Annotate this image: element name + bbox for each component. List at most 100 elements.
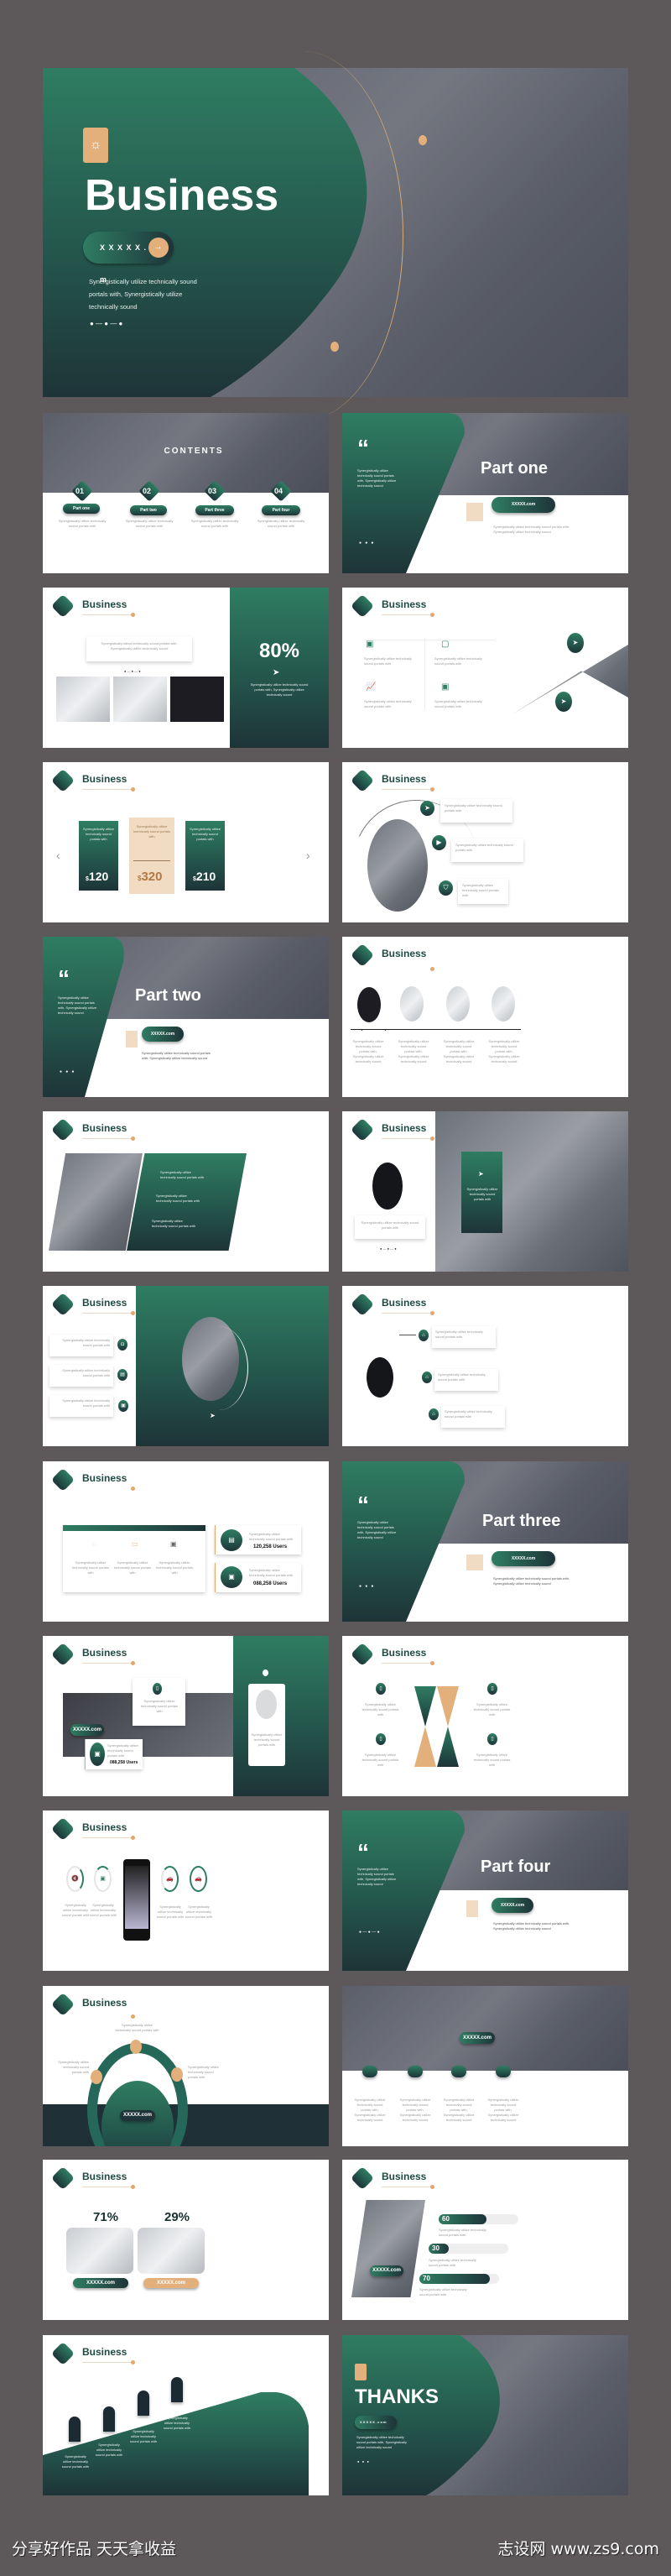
avatar (256, 1690, 277, 1719)
paper-plane-icon: ➤ (478, 1170, 484, 1178)
house-icon[interactable]: ⌂ (419, 1330, 429, 1341)
site-button[interactable]: XXXXX.com (370, 2265, 403, 2276)
progress-bar: 30 (429, 2244, 508, 2254)
photo (446, 986, 470, 1022)
house-icon[interactable]: ⌂ (429, 1408, 439, 1420)
cover-title: Business (85, 171, 279, 220)
arrow-right-icon: → (148, 238, 169, 258)
circle-photo-slide: Business ➤ Synergistically utilize techn… (342, 762, 628, 922)
thanks-slide: THANKS X X X X X . c o m Synergistically… (342, 2335, 628, 2495)
phone-icon[interactable]: ▯ (376, 1733, 386, 1745)
site-button[interactable]: XXXXX.com (70, 1724, 104, 1736)
phone-icon[interactable]: ▯ (376, 1683, 386, 1695)
part-title: Part four (481, 1858, 551, 1876)
step-icon[interactable] (496, 2066, 511, 2077)
price-card[interactable]: Synergistically utilize technically soun… (79, 821, 118, 891)
photo (357, 987, 381, 1022)
business-logo-icon (50, 768, 75, 793)
image-icon[interactable]: ▣ (118, 1400, 128, 1412)
business-logo-icon (350, 943, 375, 968)
phone-icon[interactable]: ▯ (487, 1683, 497, 1695)
users-card: ▤ Synergistically utilize technically so… (215, 1525, 301, 1554)
site-button[interactable]: XXXXX.com (492, 1551, 555, 1566)
paper-plane-icon[interactable]: ➤ (420, 801, 434, 816)
pagination-dots: ● — ● — ● (90, 320, 123, 327)
part-one-slide: “ Synergistically utilize technically so… (342, 413, 628, 573)
progress-bar: 70 (419, 2274, 499, 2284)
progress-slide: Business XXXXX.com 60 Synergistically ut… (342, 2160, 628, 2320)
handshake-slide: Business Synergistically utilize technic… (43, 1111, 329, 1272)
avatar (367, 1357, 393, 1398)
refresh-icon: ◌ (92, 1540, 96, 1548)
chart-icon: 📈 (366, 682, 377, 692)
phone-mockup (123, 1859, 150, 1941)
site-button[interactable]: XXXXX.com (143, 2278, 199, 2288)
photo (400, 986, 424, 1022)
stat-slide: Business Synergistically utilize technic… (43, 588, 329, 748)
step-icon[interactable] (451, 2066, 466, 2077)
business-logo-icon (350, 768, 375, 793)
pagination-dots: ● ● ● (357, 2459, 369, 2464)
price-value: 210 (195, 870, 216, 883)
paper-plane-icon[interactable]: ➤ (555, 692, 572, 712)
site-button[interactable]: X X X X X . c o m (355, 2416, 397, 2429)
step-icon[interactable] (362, 2066, 377, 2077)
house-icon[interactable]: ⌂ (422, 1372, 432, 1383)
site-button[interactable]: XXXXX.com (120, 2110, 155, 2121)
part-title: Part two (135, 986, 201, 1005)
chevron-left-icon[interactable]: ‹ (56, 849, 60, 862)
footer-site[interactable]: 志设网 www.zs9.com (497, 2537, 659, 2559)
step-icon (69, 2417, 81, 2442)
board-icon: ▣ (441, 682, 450, 692)
price-card[interactable]: Synergistically utilize technically soun… (185, 821, 225, 891)
business-logo-icon (350, 593, 375, 619)
users-card: ▣ Synergistically utilize technically so… (85, 1739, 143, 1769)
business-logo-icon (50, 1992, 75, 2017)
photo (492, 986, 515, 1022)
stat-percent: 80% (258, 640, 300, 662)
step-icon (103, 2406, 115, 2432)
percent-value: 29% (164, 2210, 190, 2224)
business-logo-icon (50, 2341, 75, 2366)
steps-slide: Business Synergistically utilize technic… (43, 2335, 329, 2495)
site-button[interactable]: XXXXX.com (492, 1898, 533, 1913)
cover-site-button[interactable]: X X X X X . c o m → (83, 232, 174, 284)
users-stats-slide: Business ◌ ▭ ▣ Synergistically utilize t… (43, 1461, 329, 1622)
photo (367, 819, 428, 912)
tram-icon: ▣ (170, 1540, 177, 1548)
play-icon[interactable]: ▶ (432, 835, 446, 850)
site-button[interactable]: XXXXX.com (460, 2032, 495, 2044)
profile-slide: Business Synergistically utilize technic… (342, 1111, 628, 1272)
card-icon: ▭ (132, 1540, 138, 1548)
site-button[interactable]: XXXXX.com (142, 1027, 184, 1042)
cover-text: Synergistically utilize technically soun… (89, 278, 197, 311)
quote-icon: “ (357, 1839, 369, 1865)
node-icon (91, 2070, 102, 2084)
node-icon (130, 2040, 142, 2054)
pagination-dots: ● — ● — ● (359, 1930, 380, 1935)
percent-value: 71% (93, 2210, 119, 2224)
contents-title: CONTENTS (164, 447, 224, 456)
car-icon: 🚗 (190, 1866, 207, 1892)
business-logo-icon (50, 593, 75, 619)
progress-bar: 60 (439, 2214, 518, 2224)
photo (49, 1153, 143, 1251)
box-icon: ▤ (221, 1529, 242, 1551)
features-grid-slide: Business ▣ Synergistically utilize techn… (342, 588, 628, 748)
site-button[interactable]: XXXXX.com (492, 497, 555, 513)
document-icon[interactable]: ▤ (117, 1369, 127, 1381)
part-title: Part three (482, 1512, 561, 1530)
price-card-featured[interactable]: Synergistically utilize technically soun… (129, 818, 174, 894)
photo (56, 677, 110, 722)
step-icon[interactable] (408, 2066, 423, 2077)
paper-plane-icon[interactable]: ➤ (567, 633, 584, 653)
rings-phone-slide: Business 🔇 ▣ Synergistically utilize tec… (43, 1811, 329, 1971)
users-card: ▣ Synergistically utilize technically so… (215, 1563, 301, 1592)
shield-icon[interactable]: ⛉ (439, 880, 453, 896)
chevron-right-icon[interactable]: › (306, 849, 310, 862)
phone-icon[interactable]: ▯ (487, 1733, 497, 1745)
site-button[interactable]: XXXXX.com (73, 2278, 128, 2288)
pricing-slide: Business ‹ › Synergistically utilize tec… (43, 762, 329, 922)
camera-icon[interactable]: ◘ (117, 1339, 127, 1351)
timeline-slide: Business ● ● Synergistically utilize tec… (342, 937, 628, 1097)
